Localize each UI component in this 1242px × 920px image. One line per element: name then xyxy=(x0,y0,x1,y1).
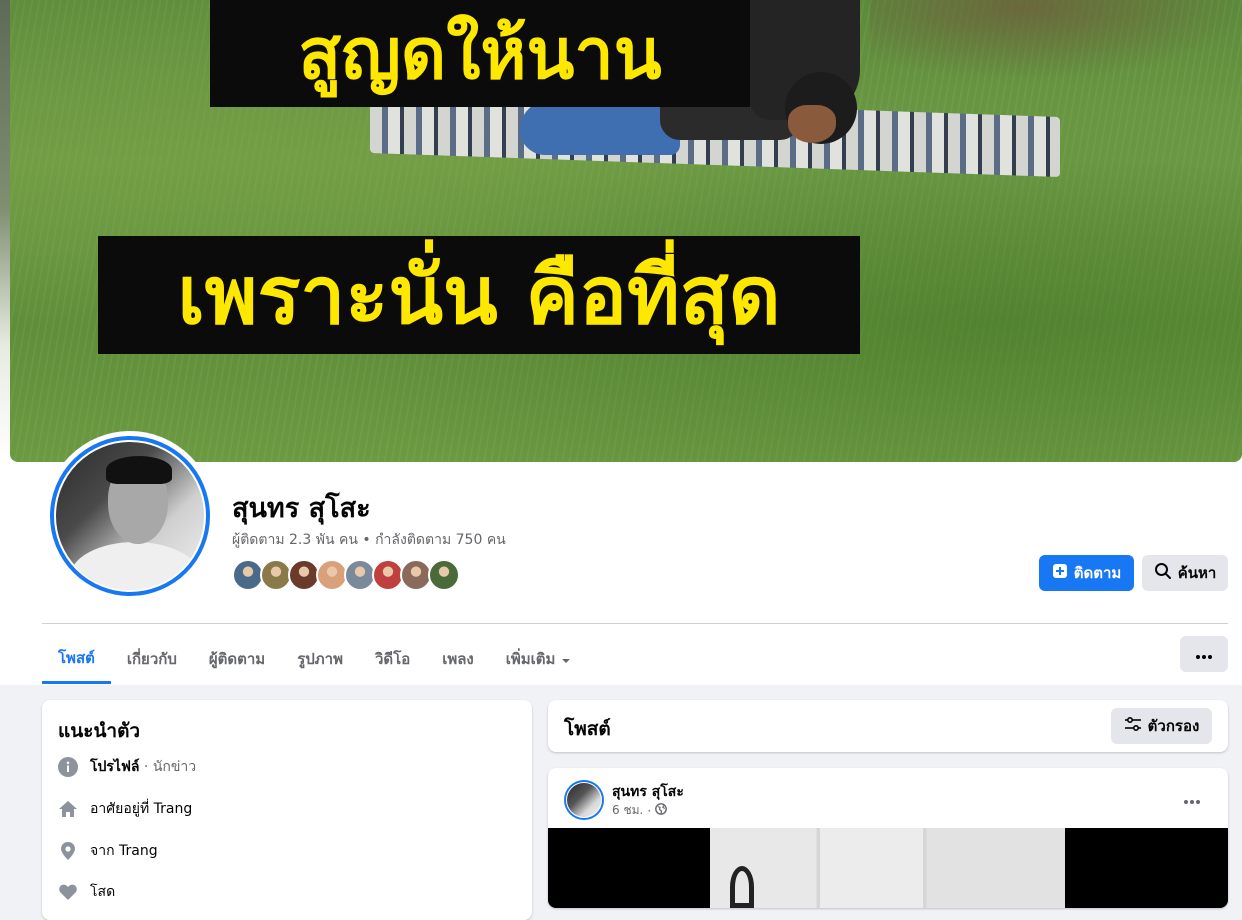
cover-caption-top: สูญดให้นาน xyxy=(210,0,750,107)
profile-stats[interactable]: ผู้ติดตาม 2.3 พัน คน • กำลังติดตาม 750 ค… xyxy=(232,529,506,551)
ellipsis-icon xyxy=(1196,645,1212,663)
intro-from-row: จาก Trang xyxy=(58,840,158,862)
post-media[interactable] xyxy=(548,828,1228,908)
tab-followers[interactable]: ผู้ติดตาม xyxy=(193,634,281,684)
post-options-button[interactable] xyxy=(1174,782,1210,814)
intro-relationship: โสด xyxy=(90,884,116,900)
search-label: ค้นหา xyxy=(1177,564,1217,582)
intro-lives-in: อาศัยอยู่ที่ Trang xyxy=(90,801,193,817)
search-button[interactable]: ค้นหา xyxy=(1142,555,1228,591)
intro-from-prefix: จาก xyxy=(90,843,115,859)
more-options-button[interactable] xyxy=(1180,636,1228,672)
avatar-photo xyxy=(54,440,206,592)
intro-from-place[interactable]: Trang xyxy=(119,843,158,859)
story-ring xyxy=(50,436,210,596)
intro-card: แนะนำตัว โปรไฟล์ · นักข่าว อาศัยอยู่ที่ … xyxy=(42,700,532,920)
left-edge-strip xyxy=(0,0,10,462)
tab-photos[interactable]: รูปภาพ xyxy=(281,634,359,684)
post-card: สุนทร สุโสะ 6 ชม. · xyxy=(548,768,1228,908)
posts-header-card: โพสต์ ตัวกรอง xyxy=(548,700,1228,752)
search-icon xyxy=(1154,562,1172,584)
intro-profile-row: โปรไฟล์ · นักข่าว xyxy=(58,756,196,778)
filter-button[interactable]: ตัวกรอง xyxy=(1111,708,1212,744)
post-meta-separator: · xyxy=(647,803,652,818)
info-icon xyxy=(58,757,78,777)
tab-videos[interactable]: วิดีโอ xyxy=(359,634,426,684)
post-meta: 6 ชม. · xyxy=(612,801,668,820)
intro-relationship-row: โสด xyxy=(58,881,115,903)
follow-plus-icon xyxy=(1052,563,1068,583)
cover-photo[interactable]: สูญดให้นาน เพราะนั่น คือที่สุด xyxy=(10,0,1242,462)
cover-caption-bottom: เพราะนั่น คือที่สุด xyxy=(98,236,860,354)
globe-icon xyxy=(655,803,668,818)
post-author-name[interactable]: สุนทร สุโสะ xyxy=(612,781,684,803)
post-author-avatar[interactable] xyxy=(564,780,604,820)
follower-avatar[interactable] xyxy=(428,559,460,591)
location-pin-icon xyxy=(58,841,78,861)
tab-about[interactable]: เกี่ยวกับ xyxy=(111,634,193,684)
home-icon xyxy=(58,799,78,819)
tabs-divider xyxy=(42,623,1228,624)
profile-tabs: โพสต์ เกี่ยวกับ ผู้ติดตาม รูปภาพ วิดีโอ … xyxy=(42,634,587,684)
follower-avatars[interactable] xyxy=(232,559,460,591)
filter-sliders-icon xyxy=(1124,716,1142,735)
intro-title: แนะนำตัว xyxy=(58,720,141,742)
follow-button[interactable]: ติดตาม xyxy=(1039,555,1134,591)
filter-label: ตัวกรอง xyxy=(1147,717,1200,735)
heart-icon xyxy=(58,882,78,902)
post-time[interactable]: 6 ชม. xyxy=(612,801,643,820)
tab-music[interactable]: เพลง xyxy=(426,634,490,684)
intro-profile-type: · นักข่าว xyxy=(139,759,197,775)
intro-lives-in-row: อาศัยอยู่ที่ Trang xyxy=(58,798,192,820)
caret-down-icon xyxy=(561,650,571,668)
intro-profile-label: โปรไฟล์ xyxy=(90,759,140,775)
tab-more[interactable]: เพิ่มเติม xyxy=(490,634,588,684)
posts-title: โพสต์ xyxy=(564,718,611,740)
profile-avatar[interactable] xyxy=(46,432,214,600)
tab-posts[interactable]: โพสต์ xyxy=(42,634,111,684)
profile-name: สุนทร สุโสะ xyxy=(232,493,371,524)
follow-label: ติดตาม xyxy=(1073,564,1122,582)
ellipsis-icon xyxy=(1184,789,1200,808)
